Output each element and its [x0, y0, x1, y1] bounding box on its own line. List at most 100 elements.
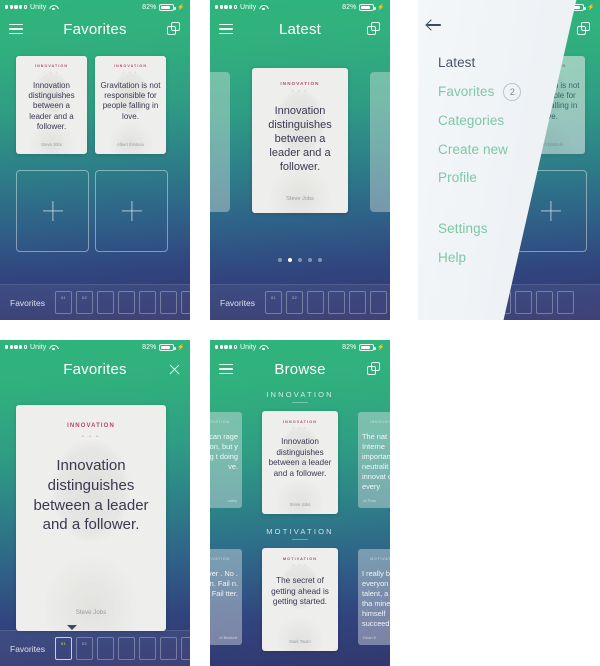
- hamburger-icon[interactable]: [9, 23, 23, 35]
- drawer-item-categories[interactable]: Categories: [438, 110, 521, 132]
- charging-bolt-icon: ⚡: [587, 4, 595, 11]
- tray-slot[interactable]: [159, 637, 177, 660]
- quote-text: Innovation distinguishes between a leade…: [28, 81, 75, 131]
- battery-icon: [159, 3, 177, 11]
- tray-slot[interactable]: 02: [285, 291, 303, 314]
- tray-slot[interactable]: [306, 291, 324, 314]
- tray-slot[interactable]: 02: [75, 291, 93, 314]
- quote-category: MOTIVATION: [210, 557, 230, 561]
- quote-category: INNOVATION: [113, 64, 148, 68]
- tray-slot[interactable]: [556, 291, 574, 314]
- battery-percent-label: 82%: [142, 3, 157, 11]
- pager-dot-active[interactable]: [287, 258, 292, 263]
- quote-category: INNOVATION: [210, 420, 230, 424]
- drawer-item-profile[interactable]: Profile: [438, 167, 521, 189]
- bottom-card-tray: Favorites 01 02: [0, 284, 190, 320]
- drawer-menu: Latest Favorites 2 Categories Create new…: [438, 52, 522, 276]
- quote-card[interactable]: INNOVATION • • • Innovation distinguishe…: [16, 56, 87, 154]
- tray-slot-number: 01: [61, 641, 66, 646]
- pager-dot[interactable]: [297, 258, 303, 263]
- quote-text: The secret of getting ahead is getting s…: [271, 576, 329, 606]
- charging-bolt-icon: ⚡: [377, 4, 385, 11]
- quote-author: Dean K: [363, 635, 377, 640]
- tray-slot[interactable]: [535, 291, 553, 314]
- adjacent-card-peek[interactable]: [370, 72, 390, 212]
- tray-slot[interactable]: 02: [75, 637, 93, 660]
- pager-dot[interactable]: [318, 258, 323, 263]
- quote-dots: • • •: [44, 70, 59, 74]
- tray-slot[interactable]: [159, 291, 177, 314]
- hamburger-icon[interactable]: [219, 23, 233, 35]
- section-title-motivation: MOTIVATION: [266, 527, 334, 536]
- back-arrow-icon[interactable]: [426, 18, 442, 32]
- battery-percent-label: 82%: [342, 343, 357, 351]
- browse-card-peek[interactable]: INNOVATION ent can rage on, but y doing …: [210, 412, 242, 508]
- tray-slot[interactable]: [369, 291, 387, 314]
- tray-slot-number: 01: [61, 295, 66, 300]
- stacked-cards-icon[interactable]: [367, 362, 381, 376]
- status-right: 82% ⚡: [142, 3, 185, 11]
- quote-author: Steve Jobs: [289, 502, 311, 507]
- hamburger-icon[interactable]: [219, 363, 233, 375]
- add-quote-placeholder[interactable]: [16, 170, 89, 252]
- drawer-item-favorites[interactable]: Favorites 2: [438, 81, 522, 103]
- tray-slot[interactable]: [138, 637, 156, 660]
- quote-author: udley: [227, 498, 237, 503]
- quote-card-active[interactable]: INNOVATION • • • Innovation distinguishe…: [252, 68, 348, 213]
- battery-icon: [359, 3, 377, 11]
- tray-label: Favorites: [10, 643, 45, 654]
- quote-text: Innovation distinguishes between a leade…: [268, 437, 332, 478]
- pager-dot[interactable]: [277, 258, 282, 263]
- battery-icon: [159, 343, 177, 351]
- quote-text: Innovation distinguishes between a leade…: [33, 457, 149, 534]
- quote-text: d. Ever . No . Try n. Fail n. Fail tter.: [210, 569, 238, 598]
- drawer-item-settings[interactable]: Settings: [438, 218, 521, 240]
- close-icon[interactable]: [168, 363, 181, 376]
- tray-slot[interactable]: 01: [264, 291, 282, 314]
- status-right: 82% ⚡: [142, 343, 185, 351]
- page-title: Browse: [274, 360, 326, 378]
- browse-card-peek[interactable]: INNOVATION The nat Interne importan neut…: [358, 412, 390, 508]
- tray-slot[interactable]: [96, 637, 114, 660]
- quote-card-detail[interactable]: INNOVATION • • • Innovation distinguishe…: [16, 405, 166, 631]
- pager-dot[interactable]: [308, 258, 313, 263]
- browse-card-active[interactable]: MOTIVATION • • • The secret of getting a…: [262, 548, 338, 651]
- carrier-label: Unity: [239, 3, 257, 11]
- signal-dots-icon: [5, 5, 27, 9]
- carrier-label: Unity: [239, 343, 257, 351]
- stacked-cards-icon[interactable]: [577, 22, 591, 36]
- tray-slot[interactable]: 01: [54, 291, 72, 314]
- page-title: Favorites: [63, 360, 127, 378]
- tray-slot[interactable]: [327, 291, 345, 314]
- tray-slot[interactable]: [96, 291, 114, 314]
- browse-card-peek[interactable]: MOTIVATION d. Ever . No . Try n. Fail n.…: [210, 549, 242, 645]
- stacked-cards-icon[interactable]: [167, 22, 181, 36]
- wifi-icon: [259, 4, 267, 11]
- tray-slot-active[interactable]: 01: [54, 637, 72, 660]
- drawer-item-help[interactable]: Help: [438, 247, 521, 269]
- drawer-item-latest[interactable]: Latest: [438, 52, 521, 74]
- tray-slot[interactable]: [514, 291, 532, 314]
- tray-slot[interactable]: [180, 637, 190, 660]
- wifi-icon: [49, 344, 57, 351]
- charging-bolt-icon: ⚡: [177, 4, 185, 11]
- tray-slot[interactable]: [180, 291, 190, 314]
- status-right: 82% ⚡: [342, 3, 385, 11]
- stacked-cards-icon[interactable]: [367, 22, 381, 36]
- battery-percent-label: 82%: [342, 3, 357, 11]
- add-quote-placeholder[interactable]: [95, 170, 168, 252]
- tray-slot[interactable]: [138, 291, 156, 314]
- drawer-item-create-new[interactable]: Create new: [438, 139, 521, 161]
- adjacent-card-peek[interactable]: [210, 72, 230, 212]
- tray-slots: 01 02: [54, 637, 190, 660]
- tray-slot[interactable]: [348, 291, 366, 314]
- tray-slot[interactable]: [117, 637, 135, 660]
- charging-bolt-icon: ⚡: [177, 344, 185, 351]
- drawer-item-label: Create new: [438, 141, 509, 157]
- tray-slot[interactable]: [117, 291, 135, 314]
- status-bar: Unity 82% ⚡: [0, 340, 190, 354]
- browse-card-peek[interactable]: MOTIVATION I really b everyon talent, a …: [358, 549, 390, 645]
- quote-card[interactable]: INNOVATION • • • Gravitation is not resp…: [95, 56, 166, 154]
- navigation-bar: Browse: [210, 354, 390, 384]
- browse-card-active[interactable]: INNOVATION • • • Innovation distinguishe…: [262, 411, 338, 514]
